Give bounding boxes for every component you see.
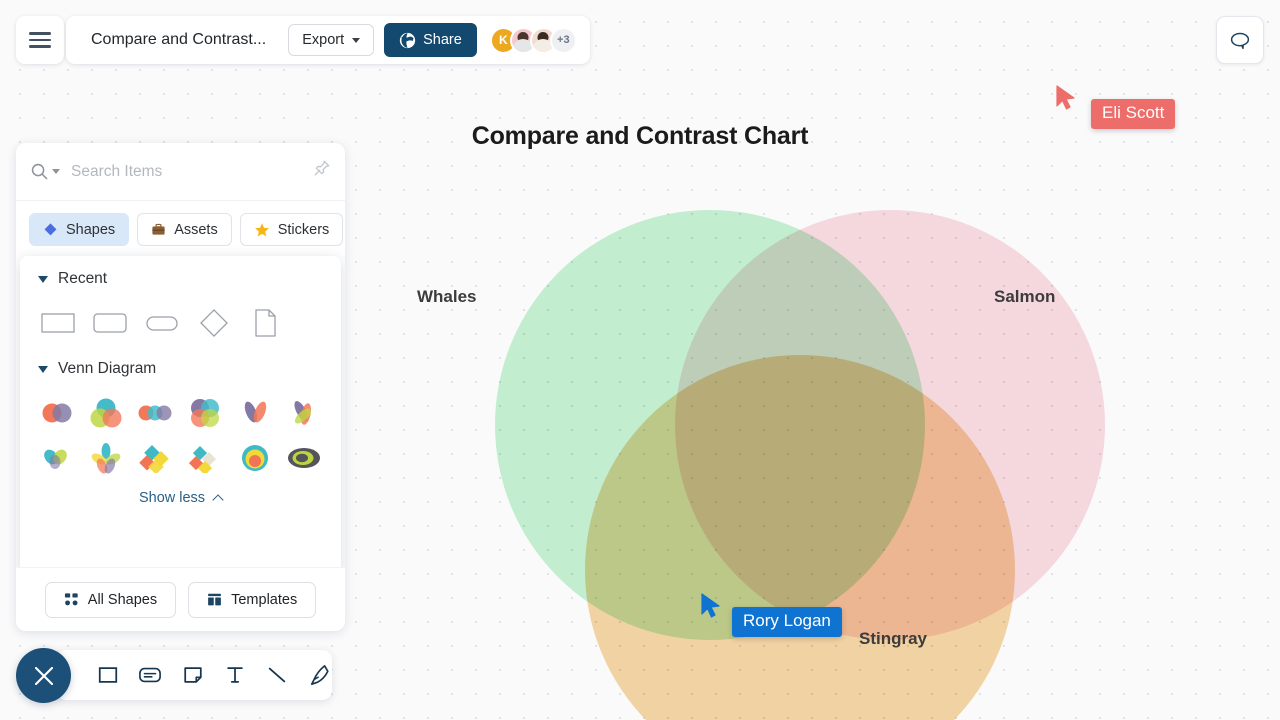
card-tool[interactable] <box>138 662 162 688</box>
venn-concentric-circles[interactable] <box>230 435 280 480</box>
collaborator-cursor-eli-scott: Eli Scott <box>1055 84 1176 129</box>
search-row <box>16 143 345 201</box>
grid-icon <box>64 593 78 606</box>
comment-button[interactable] <box>1216 16 1264 64</box>
avatar-overflow-badge[interactable]: +3 <box>549 26 577 54</box>
star-icon <box>254 222 269 236</box>
templates-label: Templates <box>231 591 298 608</box>
bottom-tool-dock <box>56 650 332 700</box>
panel-tabs: Shapes Assets Stickers <box>16 201 345 252</box>
tab-shapes[interactable]: Shapes <box>29 213 130 246</box>
top-toolbar: Compare and Contrast... Export Share K +… <box>66 16 590 64</box>
collaborator-avatars[interactable]: K +3 <box>489 26 577 54</box>
shapes-panel: Shapes Assets Stickers <box>16 143 345 631</box>
templates-button[interactable]: Templates <box>188 581 317 618</box>
comment-bubble-icon <box>1230 32 1250 50</box>
pen-tool[interactable] <box>308 662 332 688</box>
venn-label-whales[interactable]: Whales <box>417 287 477 307</box>
venn-label-stingray[interactable]: Stingray <box>859 629 927 649</box>
triangle-down-icon <box>38 275 48 283</box>
panel-footer: All Shapes Templates <box>16 567 345 631</box>
venn-heart-cluster[interactable] <box>32 435 82 480</box>
shape-diamond[interactable] <box>188 300 240 346</box>
text-tool[interactable] <box>223 662 247 688</box>
all-shapes-label: All Shapes <box>87 591 158 608</box>
cursor-pointer-icon <box>701 593 720 618</box>
triangle-down-icon <box>38 365 48 373</box>
globe-icon <box>399 32 416 48</box>
group-title-recent: Recent <box>58 270 108 287</box>
venn-chevron-stack[interactable] <box>181 435 231 480</box>
tab-stickers-label: Stickers <box>277 221 330 238</box>
shape-rectangle[interactable] <box>32 300 84 346</box>
shape-pill[interactable] <box>136 300 188 346</box>
share-label: Share <box>423 32 462 48</box>
group-header-recent[interactable]: Recent <box>20 270 341 288</box>
venn-label-salmon[interactable]: Salmon <box>994 287 1055 307</box>
venn-three-petal[interactable] <box>280 390 330 435</box>
cursor-pointer-icon <box>1056 85 1075 110</box>
shape-row-recent <box>20 300 341 346</box>
hamburger-menu-button[interactable] <box>16 16 64 64</box>
all-shapes-button[interactable]: All Shapes <box>44 581 177 618</box>
venn-row-1 <box>20 390 341 435</box>
venn-concentric-ellipse[interactable] <box>280 435 330 480</box>
document-title[interactable]: Compare and Contrast... <box>66 31 288 49</box>
collaborator-cursor-rory-logan: Rory Logan <box>700 592 842 637</box>
diamond-icon <box>44 223 57 236</box>
shape-rounded-rectangle[interactable] <box>84 300 136 346</box>
venn-row-2 <box>20 435 341 480</box>
close-toolbar-button[interactable] <box>16 648 71 703</box>
card-icon <box>139 667 162 683</box>
group-title-venn: Venn Diagram <box>58 360 157 377</box>
venn-two-circle[interactable] <box>32 390 82 435</box>
tab-assets-label: Assets <box>174 221 218 238</box>
venn-two-petal[interactable] <box>230 390 280 435</box>
tab-stickers[interactable]: Stickers <box>239 213 344 246</box>
sticky-note-icon <box>184 667 202 683</box>
venn-diamond-stack[interactable] <box>131 435 181 480</box>
pen-icon <box>310 665 329 685</box>
shape-document[interactable] <box>240 300 292 346</box>
square-icon <box>99 667 118 683</box>
share-button[interactable]: Share <box>384 23 477 57</box>
close-x-icon <box>34 666 53 685</box>
hamburger-menu-icon <box>29 28 51 51</box>
search-input[interactable] <box>71 162 331 181</box>
show-less-button[interactable]: Show less <box>20 490 341 506</box>
venn-flower-cluster[interactable] <box>82 435 132 480</box>
export-label: Export <box>302 32 345 48</box>
sticky-note-tool[interactable] <box>181 662 205 688</box>
tab-assets[interactable]: Assets <box>137 213 232 246</box>
shape-tool[interactable] <box>96 662 120 688</box>
briefcase-icon <box>152 223 165 235</box>
venn-four-circle[interactable] <box>181 390 231 435</box>
line-tool[interactable] <box>265 662 289 688</box>
venn-three-circle[interactable] <box>82 390 132 435</box>
venn-three-inline[interactable] <box>131 390 181 435</box>
pin-icon[interactable] <box>313 159 331 177</box>
chevron-down-icon <box>52 169 60 174</box>
cursor-label-rory-logan: Rory Logan <box>732 607 842 637</box>
chevron-down-icon <box>352 37 361 43</box>
line-icon <box>269 667 286 683</box>
cursor-label-eli-scott: Eli Scott <box>1091 99 1176 129</box>
tab-shapes-label: Shapes <box>66 221 116 238</box>
search-icon-group[interactable] <box>30 162 60 181</box>
group-header-venn[interactable]: Venn Diagram <box>20 360 341 378</box>
layout-icon <box>208 593 221 606</box>
chevron-up-icon <box>212 493 224 506</box>
show-less-label: Show less <box>138 490 206 506</box>
whiteboard-app: Compare and Contrast Chart Whales Salmon… <box>0 0 1280 720</box>
export-button[interactable]: Export <box>288 24 375 56</box>
search-icon <box>31 163 48 180</box>
text-t-icon <box>227 667 243 683</box>
